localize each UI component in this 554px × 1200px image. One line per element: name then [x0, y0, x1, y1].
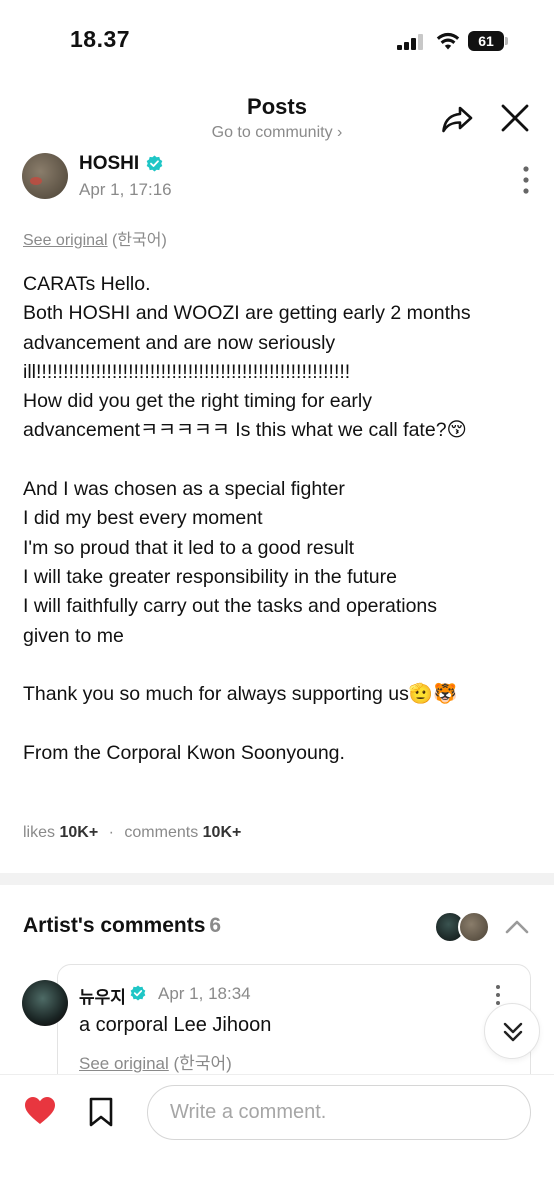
- artist-comments-label: Artist's comments: [23, 914, 206, 937]
- signal-icon: [397, 34, 423, 50]
- bookmark-icon[interactable]: [88, 1097, 114, 1127]
- verified-icon: [130, 985, 146, 1001]
- post-body-line: given to me: [23, 624, 124, 647]
- battery-level: 61: [478, 33, 494, 49]
- post-body: CARATs Hello. Both HOSHI and WOOZI are ge…: [23, 270, 543, 768]
- see-original-row: See original (한국어): [23, 226, 167, 250]
- more-icon[interactable]: [516, 165, 536, 195]
- share-icon[interactable]: [440, 102, 474, 136]
- artist-comments-count: 6: [209, 914, 222, 937]
- stats-separator: ·: [108, 824, 114, 841]
- verified-icon: [146, 155, 163, 172]
- post-body-line: Thank you so much for always supporting …: [23, 683, 458, 706]
- post-body-line: From the Corporal Kwon Soonyoung.: [23, 741, 345, 764]
- comment-text: a corporal Lee Jihoon: [79, 1014, 272, 1036]
- comment-date: Apr 1, 18:34: [158, 984, 251, 1003]
- comments-label: comments: [124, 824, 199, 841]
- author-avatar[interactable]: [22, 153, 68, 199]
- comments-count: 10K+: [202, 824, 242, 841]
- comment-see-original-row: See original (한국어): [79, 1049, 232, 1074]
- post-body-line: Both HOSHI and WOOZI are getting early 2…: [23, 302, 471, 325]
- wifi-icon: [436, 32, 460, 50]
- post-stats: likes 10K+ · comments 10K+: [23, 824, 241, 842]
- section-divider: [0, 873, 554, 885]
- post-body-line: I will take greater responsibility in th…: [23, 565, 397, 588]
- artist-avatars[interactable]: [434, 911, 494, 943]
- artist-comments-title: Artist's comments 6: [23, 914, 221, 938]
- double-chevron-down-icon: [503, 1022, 523, 1042]
- post-body-line: advancement and are now seriously: [23, 331, 336, 354]
- comment-input[interactable]: [147, 1085, 531, 1140]
- status-bar: 18.37 61: [0, 0, 554, 84]
- post-date: Apr 1, 17:16: [79, 180, 172, 199]
- post-body-line: CARATs Hello.: [23, 273, 151, 295]
- post-body-line: advancementㅋㅋㅋㅋㅋ Is this what we call fa…: [23, 419, 467, 442]
- post-body-line: ill!!!!!!!!!!!!!!!!!!!!!!!!!!!!!!!!!!!!!…: [23, 360, 351, 383]
- more-icon[interactable]: [490, 984, 506, 1006]
- avatar: [458, 911, 490, 943]
- see-original-link[interactable]: See original: [23, 232, 108, 249]
- comment-see-original-link[interactable]: See original: [79, 1054, 169, 1073]
- post-body-line: I did my best every moment: [23, 507, 263, 530]
- close-icon[interactable]: [499, 102, 531, 134]
- status-time: 18.37: [70, 26, 131, 52]
- original-language: (한국어): [111, 232, 167, 249]
- author-name[interactable]: HOSHI: [79, 153, 139, 175]
- post-body-line: I'm so proud that it led to a good resul…: [23, 536, 355, 559]
- heart-icon[interactable]: [24, 1096, 56, 1126]
- post-body-line: I will faithfully carry out the tasks an…: [23, 595, 438, 618]
- likes-count: 10K+: [59, 824, 99, 841]
- scroll-down-button[interactable]: [484, 1003, 540, 1059]
- chevron-up-icon[interactable]: [504, 914, 530, 940]
- post-body-line: How did you get the right timing for ear…: [23, 390, 373, 413]
- comment-author[interactable]: 뉴우지: [79, 983, 126, 1008]
- comment-avatar[interactable]: [22, 980, 68, 1026]
- comment-original-language: (한국어): [173, 1054, 232, 1073]
- likes-label: likes: [23, 824, 56, 841]
- post-body-line: And I was chosen as a special fighter: [23, 478, 345, 501]
- battery-icon: 61: [468, 31, 508, 51]
